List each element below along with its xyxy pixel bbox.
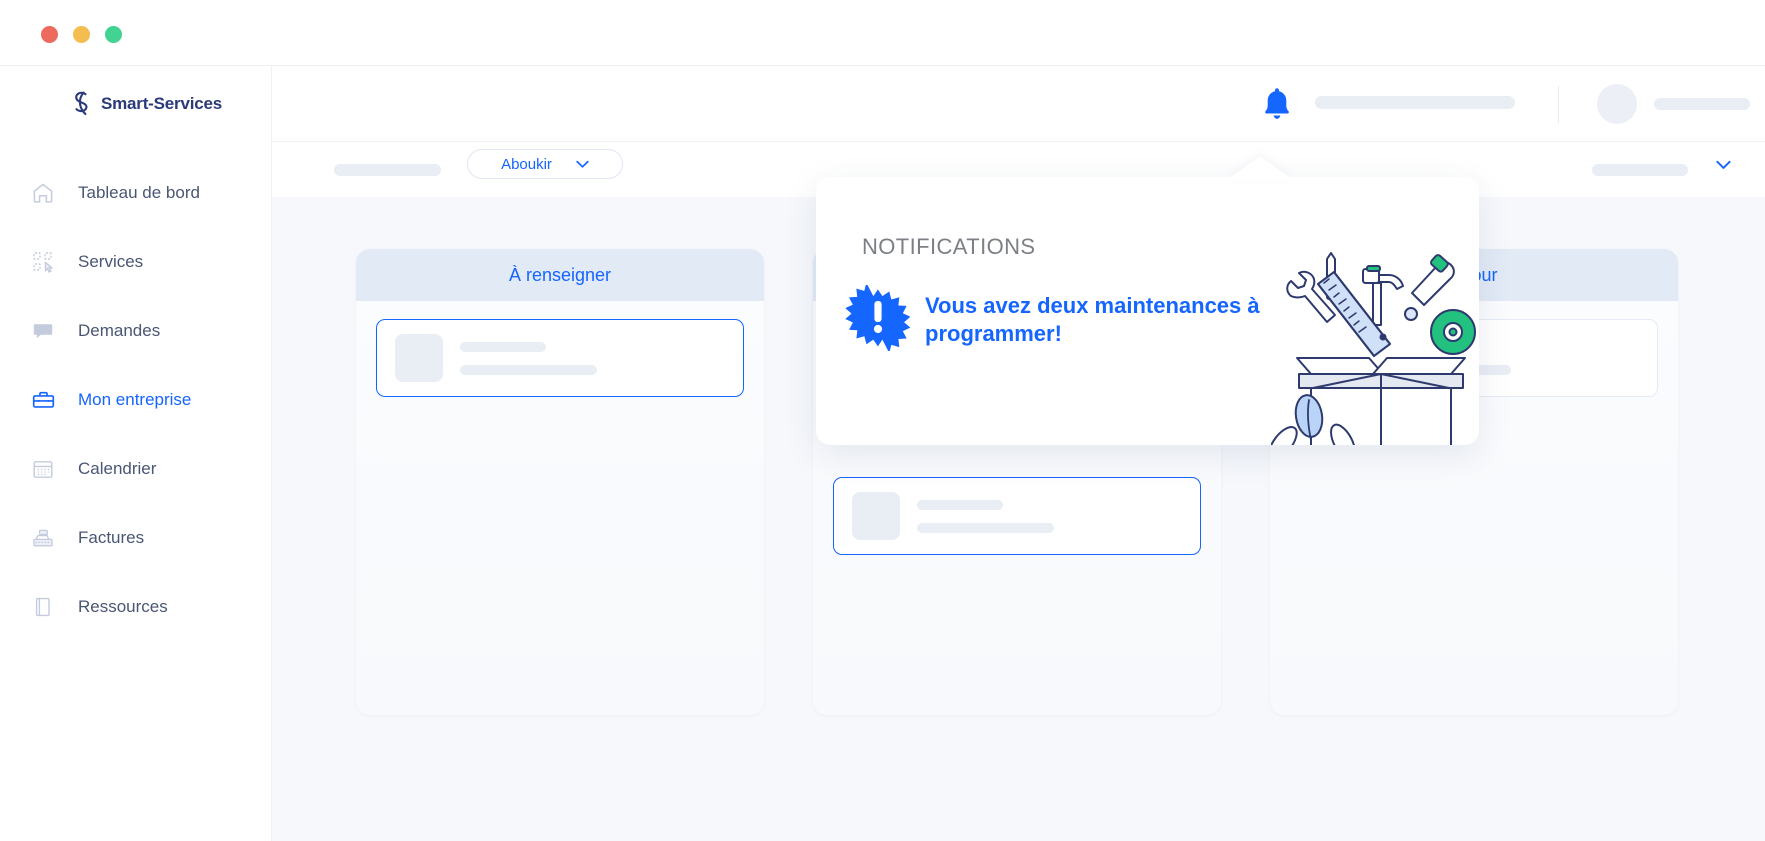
- sidebar-item-label: Demandes: [78, 321, 161, 340]
- board-column-a-renseigner: À renseigner: [356, 249, 764, 715]
- avatar[interactable]: [1597, 84, 1637, 124]
- calendar-icon: [30, 456, 56, 482]
- sidebar-item-ressources[interactable]: Ressources: [0, 585, 272, 629]
- exclamation-burst-icon: [845, 285, 911, 351]
- popup-title: NOTIFICATIONS: [862, 234, 1036, 259]
- column-header: À renseigner: [356, 249, 764, 301]
- sidebar-item-demandes[interactable]: Demandes: [0, 309, 272, 353]
- brand-logo[interactable]: Smart-Services: [70, 91, 222, 117]
- minimize-window-button[interactable]: [73, 26, 90, 43]
- subheader-right-placeholder: [1592, 164, 1688, 176]
- traffic-lights: [41, 26, 122, 43]
- task-card[interactable]: [376, 319, 744, 397]
- book-icon: [30, 594, 56, 620]
- cash-register-icon: [30, 525, 56, 551]
- popup-arrow: [1227, 156, 1293, 180]
- sidebar-item-label: Services: [78, 252, 144, 271]
- column-title: À renseigner: [508, 264, 612, 285]
- card-line-primary: [460, 341, 546, 352]
- topbar-user-placeholder: [1654, 98, 1750, 110]
- notification-bell-icon: [1265, 88, 1289, 119]
- card-line-primary: [917, 499, 1003, 510]
- sidebar-item-factures[interactable]: Factures: [0, 516, 272, 560]
- smart-services-logo-icon: [75, 91, 88, 116]
- sidebar: Smart-Services Tableau de bord Services …: [0, 66, 272, 841]
- sidebar-item-calendrier[interactable]: Calendrier: [0, 447, 272, 491]
- subheader-left-placeholder: [334, 164, 441, 176]
- notifications-popup: NOTIFICATIONS Vous avez deux maintenance…: [816, 177, 1479, 445]
- application-window: Smart-Services Tableau de bord Services …: [0, 0, 1765, 841]
- briefcase-icon: [30, 387, 56, 413]
- sidebar-item-services[interactable]: Services: [0, 240, 272, 284]
- chevron-down-icon[interactable]: [1716, 160, 1731, 170]
- home-icon: [30, 180, 56, 206]
- topbar-divider: [1558, 86, 1559, 123]
- sidebar-item-label: Mon entreprise: [78, 390, 192, 409]
- sidebar-item-label: Factures: [78, 528, 145, 547]
- card-thumbnail: [852, 492, 900, 540]
- site-select-label: Aboukir: [501, 155, 552, 173]
- window-titlebar: [0, 0, 1765, 66]
- column-body: [356, 301, 764, 715]
- chevron-down-icon: [576, 160, 589, 168]
- card-text-placeholders: [460, 341, 597, 375]
- sidebar-item-tableau-de-bord[interactable]: Tableau de bord: [0, 171, 272, 215]
- card-line-secondary: [917, 522, 1054, 533]
- card-text-placeholders: [917, 499, 1054, 533]
- toolbox-tools-illustration: [1271, 252, 1476, 445]
- sidebar-item-label: Ressources: [78, 597, 168, 616]
- top-bar: [272, 66, 1765, 142]
- card-line-secondary: [460, 364, 597, 375]
- notification-message: Vous avez deux maintenances à programmer…: [925, 293, 1260, 347]
- card-thumbnail: [395, 334, 443, 382]
- maximize-window-button[interactable]: [105, 26, 122, 43]
- sidebar-item-label: Tableau de bord: [78, 183, 200, 202]
- chat-bubble-icon: [30, 318, 56, 344]
- close-window-button[interactable]: [41, 26, 58, 43]
- sidebar-item-label: Calendrier: [78, 459, 157, 478]
- services-icon: [30, 249, 56, 275]
- sidebar-nav: Tableau de bord Services Demandes Mon en…: [0, 171, 272, 654]
- brand-name: Smart-Services: [101, 94, 222, 113]
- sidebar-item-mon-entreprise[interactable]: Mon entreprise: [0, 378, 272, 422]
- topbar-name-placeholder: [1315, 96, 1515, 109]
- notification-item[interactable]: Vous avez deux maintenances à programmer…: [845, 285, 1285, 351]
- task-card[interactable]: [833, 477, 1201, 555]
- notification-bell-button[interactable]: [1253, 80, 1301, 128]
- site-select-dropdown[interactable]: Aboukir: [467, 149, 623, 179]
